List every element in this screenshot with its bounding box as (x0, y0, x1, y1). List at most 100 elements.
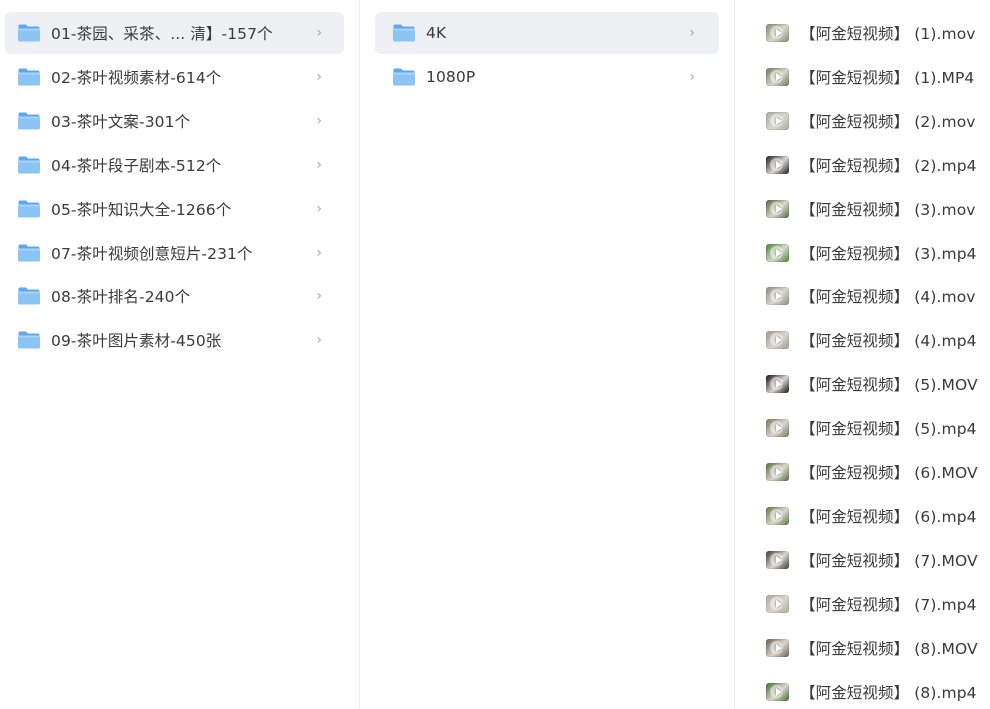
video-file-row[interactable]: 【阿金短视频】 (5).MOV (758, 363, 990, 405)
chevron-right-icon: › (689, 25, 695, 41)
play-icon (775, 555, 782, 564)
video-thumbnail-icon (766, 682, 789, 701)
file-name: 【阿金短视频】 (8).mp4 (800, 683, 977, 702)
folder-icon (17, 23, 41, 43)
video-file-row[interactable]: 【阿金短视频】 (6).MOV (758, 451, 990, 493)
folder-icon (392, 23, 416, 43)
folder-name: 08-茶叶排名-240个 (51, 288, 191, 307)
chevron-right-icon: › (316, 156, 322, 173)
chevron-right-icon: › (316, 68, 322, 85)
folder-name: 04-茶叶段子剧本-512个 (51, 156, 222, 175)
video-thumbnail-icon (766, 638, 789, 657)
play-icon (775, 292, 782, 301)
play-icon (775, 468, 782, 476)
play-icon (775, 160, 782, 169)
file-name: 【阿金短视频】 (2).mp4 (800, 156, 977, 175)
video-thumbnail-icon (766, 375, 789, 394)
play-icon (775, 380, 782, 389)
folder-icon (17, 155, 41, 175)
folder-column-1[interactable]: 01-茶园、采茶、... 清】-157个 › 02-茶叶视频素材-614个 › 03-茶… (0, 0, 359, 709)
folder-name: 02-茶叶视频素材-614个 (51, 68, 222, 87)
video-thumbnail-icon (766, 550, 789, 569)
video-file-row[interactable]: 【阿金短视频】 (4).mov (758, 275, 990, 317)
folder-name: 05-茶叶知识大全-1266个 (51, 200, 232, 219)
resolution-folder-row[interactable]: 4K › (375, 12, 719, 54)
folder-name: 03-茶叶文案-301个 (51, 112, 191, 131)
resolution-folder-row[interactable]: 1080P › (375, 56, 719, 98)
chevron-right-icon: › (689, 68, 695, 85)
video-file-row[interactable]: 【阿金短视频】 (3).mov (758, 188, 990, 230)
chevron-right-icon: › (316, 332, 322, 349)
category-folder-row[interactable]: 02-茶叶视频素材-614个 › (5, 56, 344, 98)
folder-icon (17, 111, 41, 131)
video-thumbnail-icon (766, 506, 789, 525)
video-thumbnail-icon (766, 331, 789, 350)
chevron-right-icon: › (316, 25, 322, 41)
play-icon (775, 336, 782, 345)
video-thumbnail-icon (766, 419, 789, 438)
folder-column-2[interactable]: 4K › 1080P › (360, 0, 734, 709)
chevron-right-icon: › (316, 200, 322, 217)
file-name: 【阿金短视频】 (4).mp4 (800, 332, 977, 351)
video-file-row[interactable]: 【阿金短视频】 (7).MOV (758, 539, 990, 581)
play-icon (775, 116, 782, 125)
play-icon (775, 511, 782, 520)
play-icon (775, 643, 782, 652)
file-name: 【阿金短视频】 (1).mov (800, 25, 976, 43)
folder-name: 07-茶叶视频创意短片-231个 (51, 244, 253, 263)
folder-icon (17, 330, 41, 350)
video-file-row[interactable]: 【阿金短视频】 (8).MOV (758, 627, 990, 669)
video-file-row[interactable]: 【阿金短视频】 (1).MP4 (758, 56, 990, 98)
category-folder-row[interactable]: 04-茶叶段子剧本-512个 › (5, 144, 344, 186)
video-thumbnail-icon (766, 243, 789, 262)
chevron-right-icon: › (316, 288, 322, 305)
video-file-row[interactable]: 【阿金短视频】 (8).mp4 (758, 671, 990, 709)
file-name: 【阿金短视频】 (8).MOV (800, 639, 978, 658)
folder-name: 1080P (426, 67, 476, 86)
folder-icon (17, 199, 41, 219)
play-icon (775, 687, 782, 696)
video-thumbnail-icon (766, 67, 789, 86)
video-file-row[interactable]: 【阿金短视频】 (2).mov (758, 100, 990, 142)
category-folder-row[interactable]: 07-茶叶视频创意短片-231个 › (5, 232, 344, 274)
file-name: 【阿金短视频】 (5).mp4 (800, 420, 977, 439)
video-thumbnail-icon (766, 594, 789, 613)
video-thumbnail-icon (766, 199, 789, 218)
category-folder-row[interactable]: 08-茶叶排名-240个 › (5, 275, 344, 317)
file-name: 【阿金短视频】 (3).mov (800, 200, 976, 219)
play-icon (775, 204, 782, 213)
category-folder-row[interactable]: 01-茶园、采茶、... 清】-157个 › (5, 12, 344, 54)
file-name: 【阿金短视频】 (2).mov (800, 112, 976, 131)
video-thumbnail-icon (766, 287, 789, 306)
play-icon (775, 29, 782, 37)
folder-name: 01-茶园、采茶、... 清】-157个 (51, 25, 273, 43)
file-column-3[interactable]: 【阿金短视频】 (1).mov 【阿金短视频】 (1).MP4 【阿金短视频】 (2… (735, 0, 990, 709)
video-file-row[interactable]: 【阿金短视频】 (3).mp4 (758, 232, 990, 274)
chevron-right-icon: › (316, 112, 322, 129)
video-file-row[interactable]: 【阿金短视频】 (1).mov (758, 12, 990, 54)
play-icon (775, 599, 782, 608)
video-file-row[interactable]: 【阿金短视频】 (4).mp4 (758, 319, 990, 361)
play-icon (775, 424, 782, 433)
video-file-row[interactable]: 【阿金短视频】 (6).mp4 (758, 495, 990, 537)
folder-icon (17, 286, 41, 306)
video-file-row[interactable]: 【阿金短视频】 (7).mp4 (758, 583, 990, 625)
folder-icon (17, 243, 41, 263)
video-file-row[interactable]: 【阿金短视频】 (2).mp4 (758, 144, 990, 186)
file-name: 【阿金短视频】 (1).MP4 (800, 68, 975, 87)
file-name: 【阿金短视频】 (5).MOV (800, 376, 978, 395)
folder-name: 09-茶叶图片素材-450张 (51, 332, 222, 351)
video-thumbnail-icon (766, 24, 789, 42)
category-folder-row[interactable]: 09-茶叶图片素材-450张 › (5, 319, 344, 361)
video-thumbnail-icon (766, 155, 789, 174)
file-name: 【阿金短视频】 (4).mov (800, 288, 976, 307)
play-icon (775, 248, 782, 257)
category-folder-row[interactable]: 05-茶叶知识大全-1266个 › (5, 188, 344, 230)
video-thumbnail-icon (766, 463, 789, 481)
file-name: 【阿金短视频】 (6).MOV (800, 464, 978, 482)
folder-icon (392, 67, 416, 87)
video-thumbnail-icon (766, 111, 789, 130)
folder-name: 4K (426, 24, 447, 42)
video-file-row[interactable]: 【阿金短视频】 (5).mp4 (758, 407, 990, 449)
category-folder-row[interactable]: 03-茶叶文案-301个 › (5, 100, 344, 142)
